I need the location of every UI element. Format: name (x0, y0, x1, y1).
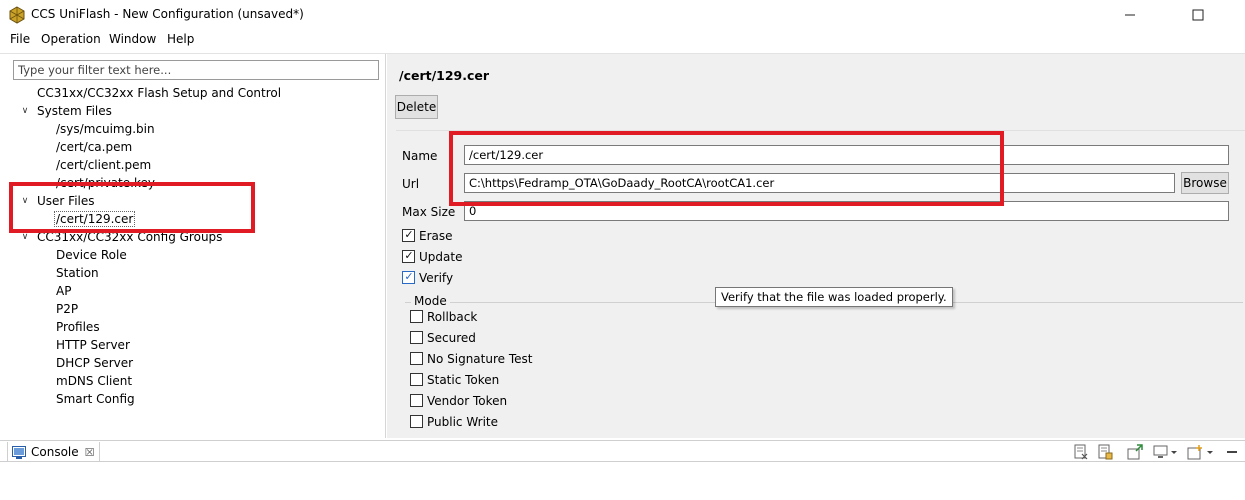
tree-item-label: /cert/private.key (56, 176, 155, 190)
update-label: Update (419, 250, 463, 264)
tree-item-label: DHCP Server (56, 356, 134, 370)
mode-option-label: Rollback (427, 310, 478, 324)
close-icon[interactable]: ☒ (85, 446, 95, 459)
tree-item-config[interactable]: AP (56, 282, 71, 300)
scroll-lock-icon[interactable] (1097, 444, 1113, 460)
minimize-button[interactable] (1107, 0, 1153, 30)
tree-item-label: Station (56, 266, 99, 280)
console-panel-bar: Console ☒ (0, 440, 1245, 462)
open-console-icon[interactable] (1187, 444, 1203, 460)
name-label: Name (402, 149, 438, 163)
menu-operation[interactable]: Operation (41, 32, 101, 46)
checkbox-checked-icon: ✓ (402, 228, 415, 242)
max-size-field[interactable]: 0 (464, 201, 1229, 221)
uniflash-app-icon (9, 6, 25, 24)
tree-item-file[interactable]: /cert/private.key (56, 174, 155, 192)
checkbox-unchecked-icon (410, 415, 423, 428)
tree-item-config[interactable]: P2P (56, 300, 78, 318)
tree-item-config[interactable]: HTTP Server (56, 336, 130, 354)
max-size-label: Max Size (402, 205, 456, 219)
chevron-down-icon[interactable]: ∨ (19, 102, 31, 120)
checkbox-unchecked-icon (410, 310, 423, 323)
checkbox-checked-icon: ✓ (402, 249, 415, 263)
tree-item-label: /sys/mcuimg.bin (56, 122, 155, 136)
tree-item-label: mDNS Client (56, 374, 133, 388)
maximize-icon (1192, 9, 1204, 21)
tree-item-file[interactable]: /cert/client.pem (56, 156, 151, 174)
minimize-view-icon[interactable] (1224, 444, 1240, 460)
tree-item-config[interactable]: mDNS Client (56, 372, 132, 390)
pin-console-icon[interactable] (1127, 444, 1143, 460)
title-bar: CCS UniFlash - New Configuration (unsave… (0, 0, 1245, 30)
checkbox-unchecked-icon (410, 394, 423, 407)
tree-item-config[interactable]: Profiles (56, 318, 100, 336)
browse-button[interactable]: Browse (1181, 172, 1229, 194)
tree-item-label: Smart Config (56, 392, 135, 406)
tree-item-label: Profiles (56, 320, 100, 334)
tree-item-label: AP (56, 284, 72, 298)
tree-item-label: System Files (37, 104, 112, 118)
tree-item-user-file-selected[interactable]: /cert/129.cer (54, 210, 136, 228)
chevron-down-icon[interactable] (1205, 444, 1215, 460)
filter-input[interactable] (13, 60, 379, 80)
name-field[interactable]: /cert/129.cer (464, 145, 1229, 165)
tree-item-label: Device Role (56, 248, 127, 262)
console-tab-label: Console (31, 445, 79, 459)
chevron-down-icon[interactable]: ∨ (19, 228, 31, 246)
mode-option-label: Public Write (427, 415, 499, 429)
tab-console[interactable]: Console ☒ (7, 442, 100, 462)
checkbox-checked-icon: ✓ (402, 270, 415, 284)
mode-option-label: No Signature Test (427, 352, 533, 366)
tree-item-label: User Files (37, 194, 95, 208)
tree-item-config[interactable]: Station (56, 264, 99, 282)
tree-item-flash-setup[interactable]: CC31xx/CC32xx Flash Setup and Control (37, 84, 281, 102)
tree-item-config[interactable]: Smart Config (56, 390, 135, 408)
tree-item-label: /cert/129.cer (54, 211, 136, 227)
delete-button[interactable]: Delete (395, 95, 438, 119)
verify-tooltip: Verify that the file was loaded properly… (715, 287, 953, 307)
tree-item-config-groups[interactable]: CC31xx/CC32xx Config Groups (37, 228, 222, 246)
tree-item-label: CC31xx/CC32xx Config Groups (37, 230, 223, 244)
minimize-icon (1125, 14, 1135, 16)
maximize-button[interactable] (1175, 0, 1221, 30)
tree-item-system-files[interactable]: System Files (37, 102, 112, 120)
verify-label: Verify (419, 271, 454, 285)
menu-window[interactable]: Window (109, 32, 156, 46)
menu-file[interactable]: File (10, 32, 30, 46)
tree-item-label: CC31xx/CC32xx Flash Setup and Control (37, 86, 282, 100)
file-detail-panel: /cert/129.cer Delete Name /cert/129.cer … (387, 54, 1245, 438)
tree-item-file[interactable]: /cert/ca.pem (56, 138, 132, 156)
mode-group-label: Mode (411, 294, 450, 308)
clear-console-icon[interactable] (1073, 444, 1089, 460)
page-title: /cert/129.cer (399, 68, 490, 83)
chevron-down-icon[interactable]: ∨ (19, 192, 31, 210)
checkbox-unchecked-icon (410, 352, 423, 365)
navigation-panel: CC31xx/CC32xx Flash Setup and Control ∨ … (8, 54, 386, 438)
tree-item-file[interactable]: /sys/mcuimg.bin (56, 120, 155, 138)
console-icon (12, 445, 26, 459)
tree-item-user-files[interactable]: User Files (37, 192, 95, 210)
tree-item-config[interactable]: DHCP Server (56, 354, 133, 372)
url-label: Url (402, 177, 420, 191)
mode-option-label: Secured (427, 331, 476, 345)
checkbox-unchecked-icon (410, 373, 423, 386)
tree-item-label: HTTP Server (56, 338, 130, 352)
display-console-icon[interactable] (1153, 444, 1169, 460)
checkbox-unchecked-icon (410, 331, 423, 344)
window-title: CCS UniFlash - New Configuration (unsave… (31, 7, 304, 21)
tree-item-config[interactable]: Device Role (56, 246, 127, 264)
mode-group: Mode Rollback Secured No Signature Test … (405, 294, 1243, 442)
tree-item-label: /cert/client.pem (56, 158, 152, 172)
tree-item-label: P2P (56, 302, 79, 316)
mode-option-label: Static Token (427, 373, 500, 387)
url-field[interactable]: C:\https\Fedramp_OTA\GoDaady_RootCA\root… (464, 173, 1175, 193)
chevron-down-icon[interactable] (1169, 444, 1179, 460)
menu-help[interactable]: Help (167, 32, 194, 46)
tree-item-label: /cert/ca.pem (56, 140, 133, 154)
menu-bar: File Operation Window Help (0, 30, 1245, 51)
erase-label: Erase (419, 229, 453, 243)
mode-option-label: Vendor Token (427, 394, 508, 408)
